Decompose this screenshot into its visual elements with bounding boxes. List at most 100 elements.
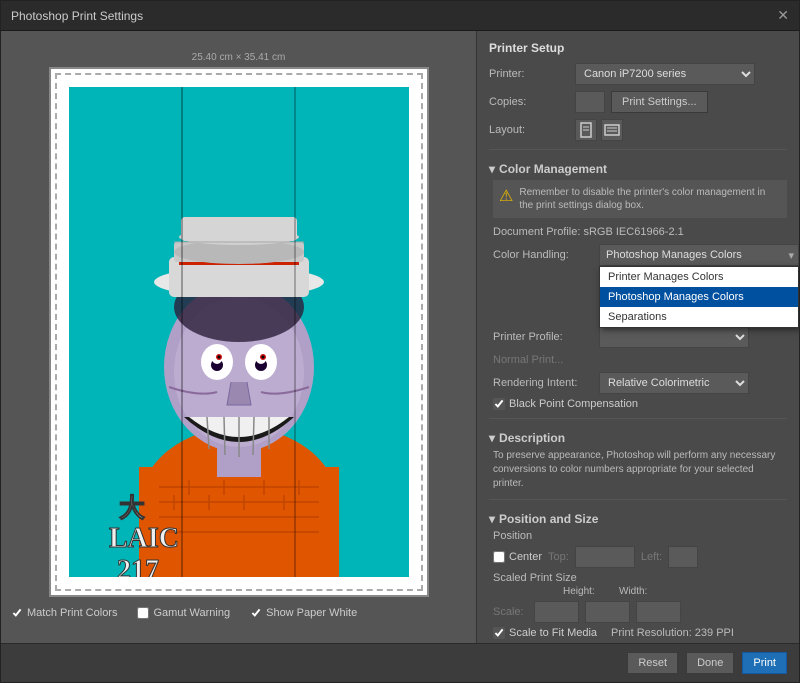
divider-2 — [489, 418, 787, 419]
photoshop-print-settings-window: Photoshop Print Settings ✕ 25.40 cm × 35… — [0, 0, 800, 683]
portrait-icon[interactable] — [575, 119, 597, 141]
scale-input[interactable]: 10.09% — [534, 601, 579, 623]
reset-button[interactable]: Reset — [627, 652, 678, 674]
height-col-label: Height: — [563, 586, 613, 597]
warning-box: ⚠ Remember to disable the printer's colo… — [493, 180, 787, 218]
color-handling-dropdown-container: Photoshop Manages Colors Printer Manages… — [599, 244, 799, 266]
rendering-select[interactable]: Relative Colorimetric — [599, 372, 749, 394]
color-management-title: Color Management — [499, 162, 607, 176]
description-section: ▾ Description To preserve appearance, Ph… — [489, 427, 787, 491]
divider-3 — [489, 499, 787, 500]
copies-field-row: Copies: 1 Print Settings... — [489, 91, 787, 113]
black-point-label[interactable]: Black Point Compensation — [493, 398, 787, 410]
printer-profile-label: Printer Profile: — [493, 331, 593, 343]
color-management-body: ⚠ Remember to disable the printer's colo… — [489, 180, 787, 410]
printer-setup-section: Printer Setup Printer: Canon iP7200 seri… — [489, 41, 787, 141]
main-content: 25.40 cm × 35.41 cm — [1, 31, 799, 643]
position-size-section: ▾ Position and Size Position Center Top:… — [489, 508, 787, 643]
top-input[interactable]: 1.316 — [575, 546, 635, 568]
svg-text:大: 大 — [119, 494, 145, 523]
dropdown-option-printer-manages[interactable]: Printer Manages Colors — [600, 267, 798, 287]
doc-profile: Document Profile: sRGB IEC61966-2.1 — [493, 226, 787, 238]
position-arrow: ▾ — [489, 512, 495, 526]
close-button[interactable]: ✕ — [777, 7, 789, 24]
preview-panel: 25.40 cm × 35.41 cm — [1, 31, 476, 643]
scaled-print-label: Scaled Print Size — [493, 572, 787, 584]
color-management-section: ▾ Color Management ⚠ Remember to disable… — [489, 158, 787, 410]
dropdown-option-photoshop-manages[interactable]: Photoshop Manages Colors — [600, 287, 798, 307]
show-paper-white-label[interactable]: Show Paper White — [250, 607, 357, 619]
position-size-trigger[interactable]: ▾ Position and Size — [489, 508, 787, 530]
scale-to-fit-checkbox[interactable] — [493, 627, 505, 639]
printer-field-row: Printer: Canon iP7200 series — [489, 63, 787, 85]
footer-buttons: Reset Done Print — [1, 643, 799, 682]
center-text: Center — [509, 551, 542, 563]
printer-select[interactable]: Canon iP7200 series — [575, 63, 755, 85]
gamut-warning-label[interactable]: Gamut Warning — [137, 607, 230, 619]
printer-profile-row: Printer Profile: — [493, 326, 787, 348]
position-row: Center Top: 1.316 Left: 0 — [493, 546, 787, 568]
scale-to-fit-row: Scale to Fit Media Print Resolution: 239… — [493, 627, 787, 639]
position-size-body: Position Center Top: 1.316 Left: 0 Scale… — [489, 530, 787, 643]
top-label: Top: — [548, 551, 569, 563]
black-point-text: Black Point Compensation — [509, 398, 638, 410]
print-settings-button[interactable]: Print Settings... — [611, 91, 708, 113]
color-mgmt-arrow: ▾ — [489, 162, 495, 176]
left-label: Left: — [641, 551, 662, 563]
preview-image: 大 LAIC 217 — [69, 87, 409, 577]
match-print-colors-label[interactable]: Match Print Colors — [11, 607, 117, 619]
warning-text: Remember to disable the printer's color … — [519, 186, 781, 212]
copies-label: Copies: — [489, 96, 569, 108]
print-resolution-text: Print Resolution: 239 PPI — [611, 627, 734, 639]
center-checkbox[interactable] — [493, 551, 505, 563]
width-col-label: Width: — [619, 586, 669, 597]
color-handling-row: Color Handling: Photoshop Manages Colors… — [493, 244, 787, 266]
show-paper-white-checkbox[interactable] — [250, 607, 262, 619]
rendering-label: Rendering Intent: — [493, 377, 593, 389]
description-text: To preserve appearance, Photoshop will p… — [493, 449, 787, 491]
warning-icon: ⚠ — [499, 186, 513, 206]
preview-frame: 大 LAIC 217 — [49, 67, 429, 597]
landscape-icon[interactable] — [601, 119, 623, 141]
preview-size-label: 25.40 cm × 35.41 cm — [192, 52, 286, 63]
layout-icons — [575, 119, 623, 141]
position-size-title: Position and Size — [499, 512, 598, 526]
dropdown-option-separations[interactable]: Separations — [600, 307, 798, 327]
titlebar: Photoshop Print Settings ✕ — [1, 1, 799, 31]
copies-input[interactable]: 1 — [575, 91, 605, 113]
printer-profile-select[interactable] — [599, 326, 749, 348]
scaled-headers-row: Height: Width: — [493, 586, 787, 597]
description-body: To preserve appearance, Photoshop will p… — [489, 449, 787, 491]
match-print-colors-checkbox[interactable] — [11, 607, 23, 619]
color-handling-dropdown-list: Printer Manages Colors Photoshop Manages… — [599, 266, 799, 328]
printer-setup-title: Printer Setup — [489, 41, 787, 55]
color-handling-dropdown-trigger[interactable]: Photoshop Manages Colors — [599, 244, 799, 266]
black-point-checkbox[interactable] — [493, 398, 505, 410]
svg-text:217: 217 — [117, 555, 159, 577]
svg-text:LAIC: LAIC — [109, 523, 179, 554]
center-label[interactable]: Center — [493, 551, 542, 563]
color-handling-value: Photoshop Manages Colors — [606, 249, 742, 261]
normal-print-label: Normal Print... — [493, 354, 593, 366]
normal-print-row: Normal Print... — [493, 354, 787, 366]
printer-label: Printer: — [489, 68, 569, 80]
done-button[interactable]: Done — [686, 652, 734, 674]
color-management-trigger[interactable]: ▾ Color Management — [489, 158, 787, 180]
position-label: Position — [493, 530, 787, 542]
width-input[interactable]: 20.35 — [636, 601, 681, 623]
description-trigger[interactable]: ▾ Description — [489, 427, 787, 449]
print-button[interactable]: Print — [742, 652, 787, 674]
scale-to-fit-text: Scale to Fit Media — [509, 627, 597, 639]
scale-to-fit-label[interactable]: Scale to Fit Media — [493, 627, 597, 639]
divider-1 — [489, 149, 787, 150]
scale-label-text: Scale: — [493, 606, 524, 618]
height-input[interactable]: 35.26 — [585, 601, 630, 623]
gamut-warning-checkbox[interactable] — [137, 607, 149, 619]
layout-label: Layout: — [489, 124, 569, 136]
left-input[interactable]: 0 — [668, 546, 698, 568]
window-title: Photoshop Print Settings — [11, 9, 143, 23]
preview-controls: Match Print Colors Gamut Warning Show Pa… — [11, 603, 466, 623]
description-arrow: ▾ — [489, 431, 495, 445]
scale-values-row: Scale: 10.09% 35.26 20.35 — [493, 601, 787, 623]
settings-panel: Printer Setup Printer: Canon iP7200 seri… — [476, 31, 799, 643]
